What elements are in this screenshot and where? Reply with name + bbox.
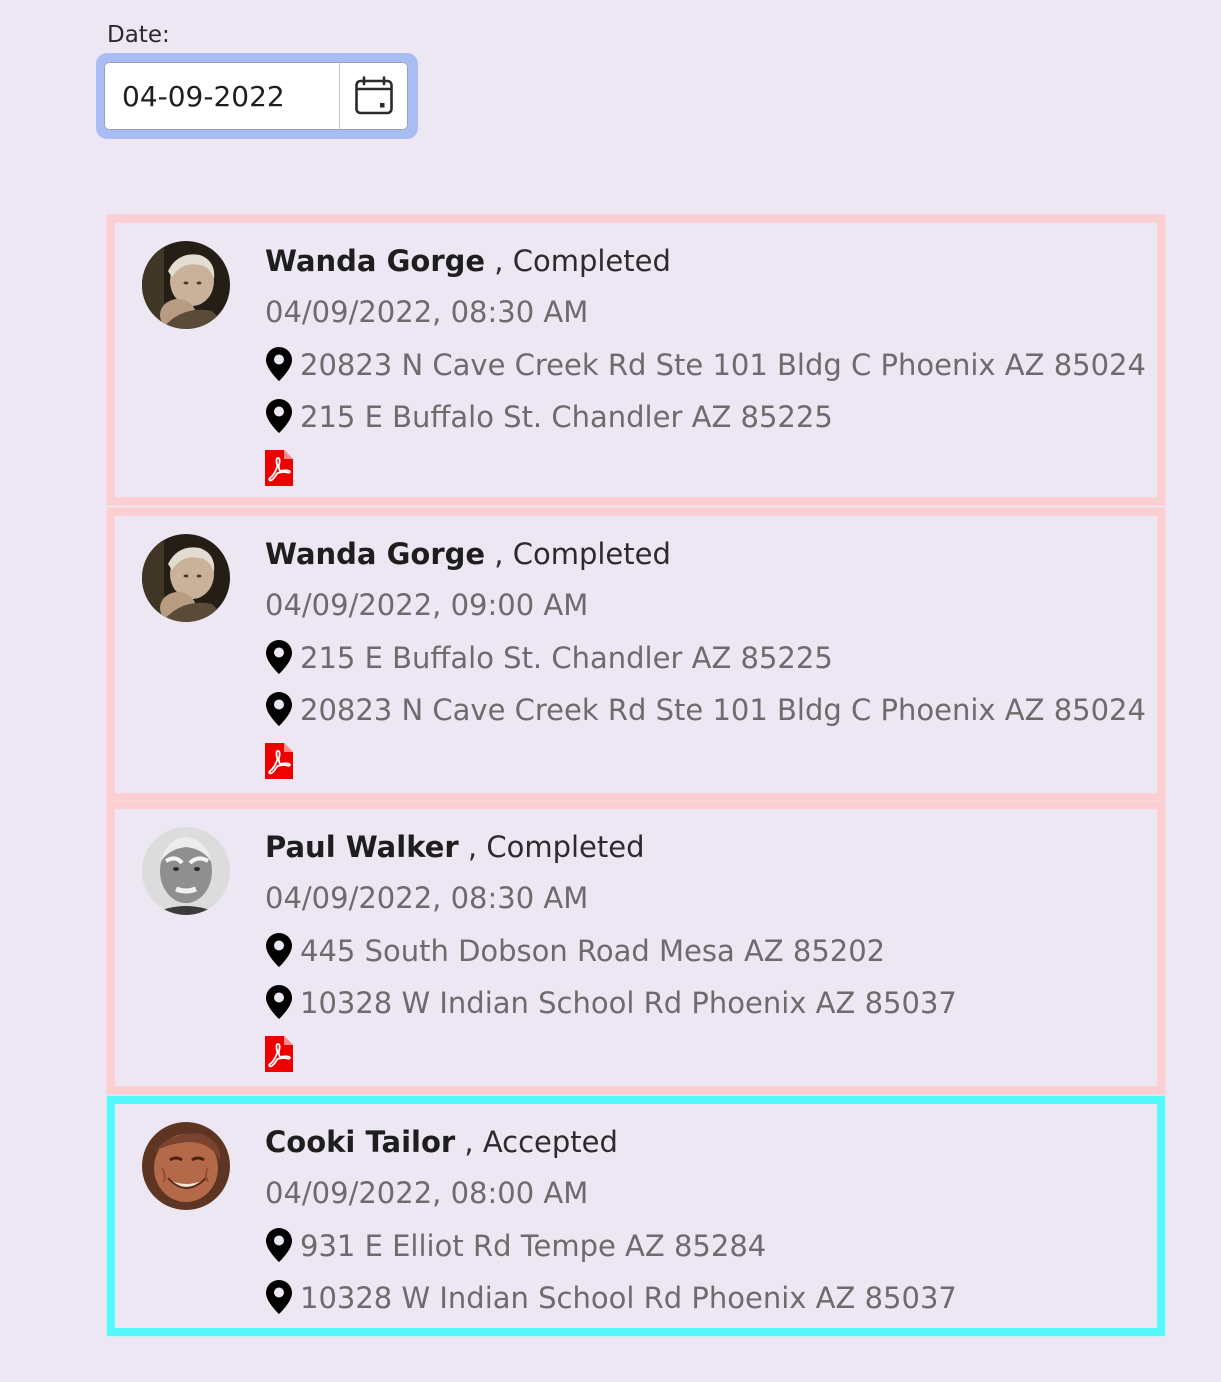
date-filter: Date:: [96, 22, 418, 139]
map-pin-icon: [266, 692, 292, 726]
pdf-download-button[interactable]: [265, 1035, 293, 1076]
pickup-address: 20823 N Cave Creek Rd Ste 101 Bldg C Pho…: [265, 339, 1147, 392]
appointment-card[interactable]: Wanda Gorge , Completed 04/09/2022, 08:3…: [107, 215, 1165, 505]
dropoff-address: 215 E Buffalo St. Chandler AZ 85225: [265, 391, 1147, 444]
dropoff-address: 10328 W Indian School Rd Phoenix AZ 8503…: [265, 1272, 1147, 1325]
avatar: [142, 827, 230, 915]
client-name: Wanda Gorge: [265, 244, 486, 278]
pickup-address: 445 South Dobson Road Mesa AZ 85202: [265, 925, 1147, 978]
dropoff-address-text: 20823 N Cave Creek Rd Ste 101 Bldg C Pho…: [300, 693, 1146, 727]
map-pin-icon: [266, 639, 292, 674]
pdf-icon: [265, 1035, 293, 1072]
avatar: [142, 534, 230, 622]
appointment-title: Cooki Tailor , Accepted: [265, 1120, 1147, 1167]
pickup-address-text: 931 E Elliot Rd Tempe AZ 85284: [300, 1228, 767, 1263]
map-pin-icon: [266, 346, 292, 381]
appointment-details: Wanda Gorge , Completed 04/09/2022, 08:3…: [265, 239, 1147, 490]
calendar-button[interactable]: [339, 63, 407, 129]
appointment-details: Paul Walker , Completed 04/09/2022, 08:3…: [265, 825, 1147, 1076]
appointment-card[interactable]: Cooki Tailor , Accepted 04/09/2022, 08:0…: [107, 1096, 1165, 1336]
pickup-address: 931 E Elliot Rd Tempe AZ 85284: [265, 1220, 1147, 1273]
appointment-title: Wanda Gorge , Completed: [265, 532, 1147, 579]
calendar-icon: [354, 76, 393, 115]
dropoff-address: 10328 W Indian School Rd Phoenix AZ 8503…: [265, 977, 1147, 1030]
map-pin-icon: [266, 1280, 292, 1314]
appointment-status: , Completed: [467, 830, 645, 864]
avatar: [142, 241, 230, 329]
client-name: Cooki Tailor: [265, 1125, 456, 1159]
date-picker[interactable]: [104, 62, 408, 130]
map-pin-icon: [266, 985, 292, 1019]
appointment-title: Paul Walker , Completed: [265, 825, 1147, 872]
pdf-download-button[interactable]: [265, 742, 293, 783]
pickup-address-text: 215 E Buffalo St. Chandler AZ 85225: [300, 640, 833, 675]
client-name: Paul Walker: [265, 830, 459, 864]
appointment-status: , Completed: [494, 537, 671, 571]
pdf-icon: [265, 742, 293, 779]
appointment-datetime: 04/09/2022, 08:30 AM: [265, 295, 589, 329]
avatar: [142, 1122, 230, 1210]
appointment-details: Cooki Tailor , Accepted 04/09/2022, 08:0…: [265, 1120, 1147, 1325]
appointment-details: Wanda Gorge , Completed 04/09/2022, 09:0…: [265, 532, 1147, 783]
appointment-datetime: 04/09/2022, 08:00 AM: [265, 1176, 589, 1210]
appointment-title: Wanda Gorge , Completed: [265, 239, 1147, 286]
pdf-download-button[interactable]: [265, 449, 293, 490]
appointment-datetime: 04/09/2022, 09:00 AM: [265, 588, 589, 622]
dropoff-address-text: 10328 W Indian School Rd Phoenix AZ 8503…: [300, 986, 957, 1020]
appointment-list: Wanda Gorge , Completed 04/09/2022, 08:3…: [107, 215, 1165, 1336]
map-pin-icon: [266, 1227, 292, 1262]
pickup-address: 215 E Buffalo St. Chandler AZ 85225: [265, 632, 1147, 685]
date-label: Date:: [107, 22, 170, 48]
pdf-icon: [265, 449, 293, 486]
map-pin-icon: [266, 399, 292, 433]
dropoff-address-text: 10328 W Indian School Rd Phoenix AZ 8503…: [300, 1281, 957, 1315]
dropoff-address-text: 215 E Buffalo St. Chandler AZ 85225: [300, 400, 833, 434]
appointment-status: , Completed: [494, 244, 671, 278]
client-name: Wanda Gorge: [265, 537, 486, 571]
appointment-card[interactable]: Paul Walker , Completed 04/09/2022, 08:3…: [107, 801, 1165, 1094]
pickup-address-text: 20823 N Cave Creek Rd Ste 101 Bldg C Pho…: [300, 347, 1146, 382]
appointment-datetime: 04/09/2022, 08:30 AM: [265, 881, 589, 915]
dropoff-address: 20823 N Cave Creek Rd Ste 101 Bldg C Pho…: [265, 684, 1147, 737]
map-pin-icon: [266, 932, 292, 967]
pickup-address-text: 445 South Dobson Road Mesa AZ 85202: [300, 933, 886, 968]
appointment-card[interactable]: Wanda Gorge , Completed 04/09/2022, 09:0…: [107, 508, 1165, 801]
date-input[interactable]: [105, 63, 339, 129]
date-focus-ring: [96, 53, 418, 139]
appointment-status: , Accepted: [464, 1125, 618, 1159]
